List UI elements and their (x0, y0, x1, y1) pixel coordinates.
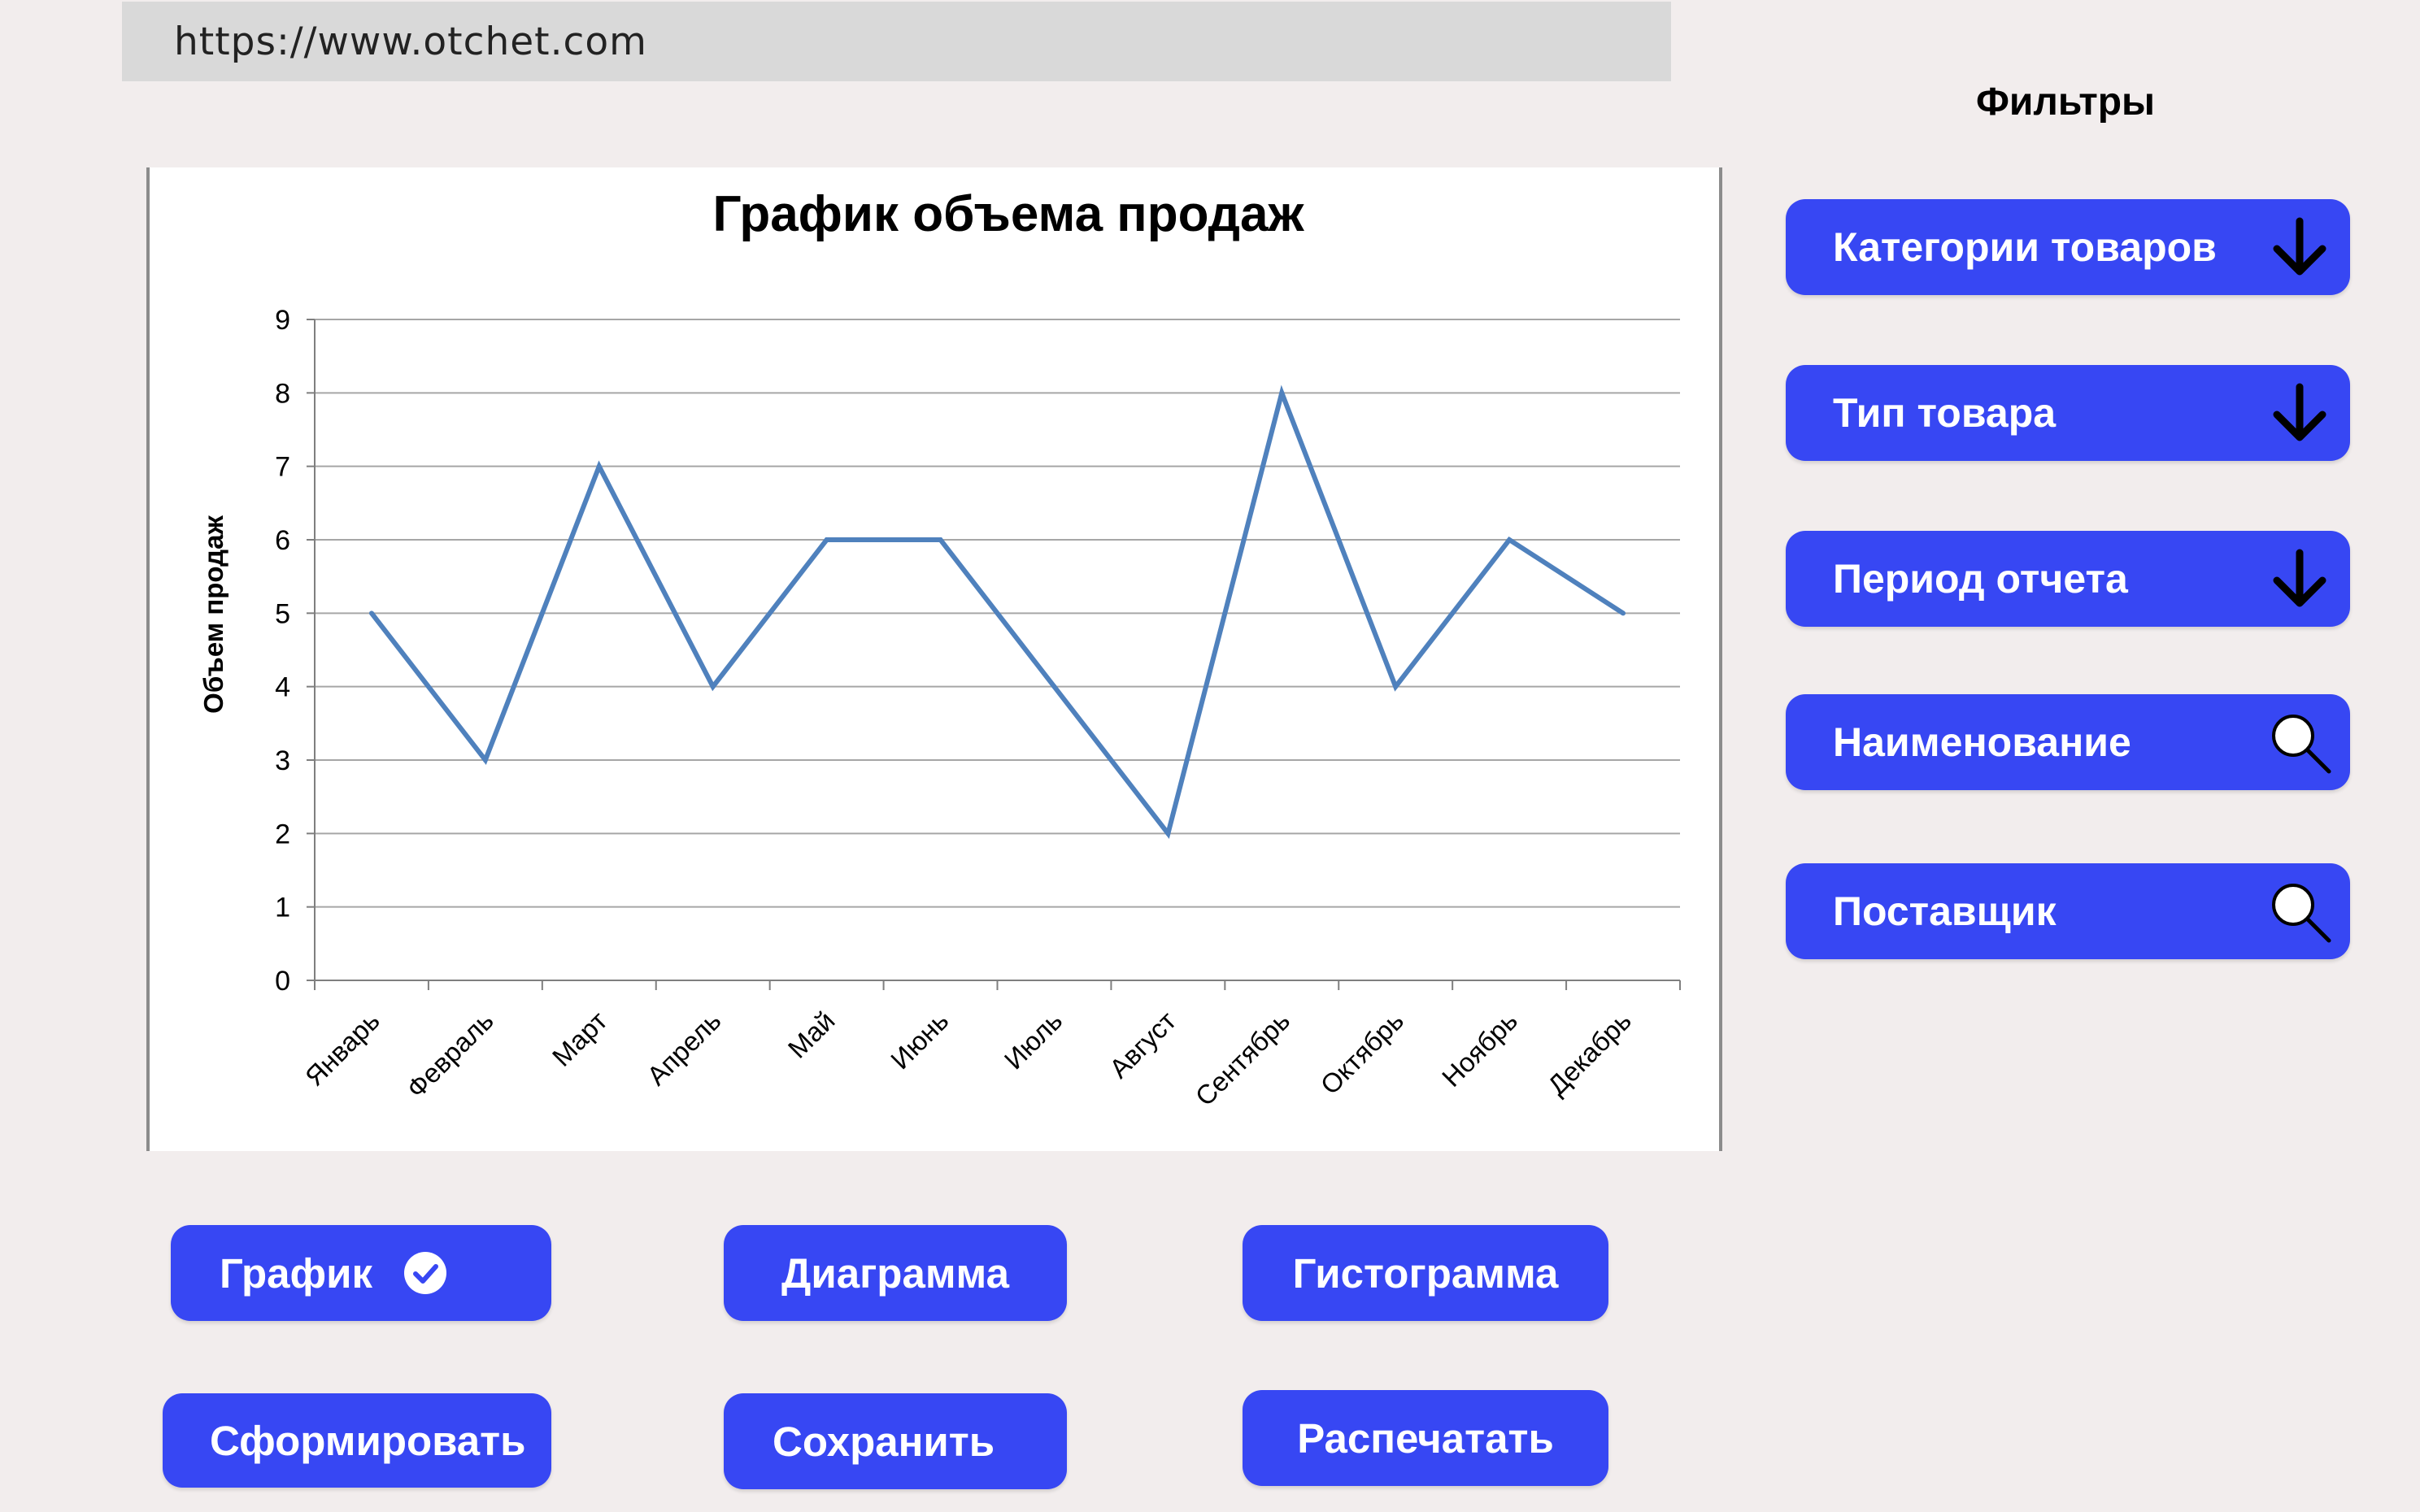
y-tick-label: 0 (275, 966, 290, 997)
filter-label: Категории товаров (1833, 224, 2217, 270)
y-tick-label: 2 (275, 819, 290, 849)
x-tick-label: Август (1103, 1006, 1182, 1084)
data-point (710, 684, 716, 689)
y-tick-label: 9 (275, 305, 290, 336)
x-tick-label: Март (546, 1006, 613, 1072)
filter-supplier-search[interactable]: Поставщик (1786, 863, 2350, 959)
y-tick-label: 3 (275, 745, 290, 776)
chart-type-graph-button[interactable]: График (171, 1225, 551, 1321)
filters-title: Фильтры (1975, 80, 2156, 124)
print-button-label: Распечатать (1297, 1414, 1554, 1462)
y-axis-label: Объем продаж (198, 515, 229, 714)
chart-panel: График объема продаж Объем продаж 0 1 2 3 4 5… (146, 167, 1722, 1151)
x-tick-label: Апрель (641, 1006, 726, 1091)
url-text: https://www.otchet.com (174, 19, 647, 64)
data-point (1165, 831, 1171, 836)
generate-button[interactable]: Сформировать (163, 1393, 551, 1488)
filter-product-categories[interactable]: Категории товаров (1786, 199, 2350, 295)
data-point (1507, 537, 1512, 542)
x-tick-label: Июль (999, 1006, 1069, 1075)
filter-label: Наименование (1833, 719, 2131, 765)
x-tick-label: Январь (299, 1006, 385, 1092)
chart-type-diagram-button[interactable]: Диаграмма (724, 1225, 1067, 1321)
print-button[interactable]: Распечатать (1243, 1390, 1608, 1486)
filter-product-type[interactable]: Тип товара (1786, 365, 2350, 461)
x-tick-label: Сентябрь (1190, 1006, 1296, 1112)
filter-name-search[interactable]: Наименование (1786, 694, 2350, 790)
y-tick-label: 7 (275, 452, 290, 483)
x-tick-label: Февраль (401, 1006, 499, 1104)
filter-report-period[interactable]: Период отчета (1786, 531, 2350, 627)
check-circle-icon (404, 1252, 446, 1294)
graph-button-label: График (220, 1249, 372, 1297)
x-tick-label: Июнь (885, 1006, 954, 1075)
data-point (938, 537, 943, 542)
filter-label: Период отчета (1833, 556, 2128, 602)
x-tick-label: Декабрь (1542, 1006, 1637, 1101)
x-tick-labels: Январь Февраль Март Апрель Май Июнь Июль Август… (299, 1006, 1637, 1112)
save-button[interactable]: Сохранить (724, 1393, 1067, 1489)
y-tick-labels: 0 1 2 3 4 5 6 7 8 9 (275, 305, 290, 997)
y-tick-label: 8 (275, 378, 290, 409)
filter-label: Тип товара (1833, 390, 2057, 436)
search-icon (2272, 884, 2331, 943)
data-point (1051, 684, 1057, 689)
data-point (1279, 390, 1285, 396)
data-point (596, 463, 602, 469)
chart-type-histogram-button[interactable]: Гистограмма (1243, 1225, 1608, 1321)
line-chart: График объема продаж Объем продаж 0 1 2 3 4 5… (198, 186, 1681, 1112)
x-tick-label: Ноябрь (1436, 1006, 1523, 1093)
diagram-button-label: Диаграмма (781, 1249, 1009, 1297)
search-icon (2272, 715, 2331, 774)
arrow-down-icon (2273, 217, 2326, 276)
axes (307, 319, 1681, 990)
y-tick-label: 5 (275, 598, 290, 629)
address-bar[interactable]: https://www.otchet.com (122, 2, 1671, 81)
save-button-label: Сохранить (773, 1418, 995, 1465)
data-point (482, 758, 488, 763)
y-tick-label: 6 (275, 525, 290, 556)
data-point (1393, 684, 1399, 689)
x-tick-label: Май (782, 1006, 841, 1064)
arrow-down-icon (2273, 383, 2326, 441)
chart-title: График объема продаж (713, 186, 1305, 242)
data-point (824, 537, 829, 542)
arrow-down-icon (2273, 549, 2326, 607)
y-tick-label: 4 (275, 672, 290, 703)
generate-button-label: Сформировать (210, 1417, 526, 1464)
histogram-button-label: Гистограмма (1292, 1249, 1559, 1297)
data-point (1621, 610, 1626, 616)
filter-label: Поставщик (1833, 889, 2057, 934)
y-tick-label: 1 (275, 893, 290, 923)
x-tick-label: Октябрь (1315, 1006, 1410, 1101)
data-point (368, 610, 374, 616)
